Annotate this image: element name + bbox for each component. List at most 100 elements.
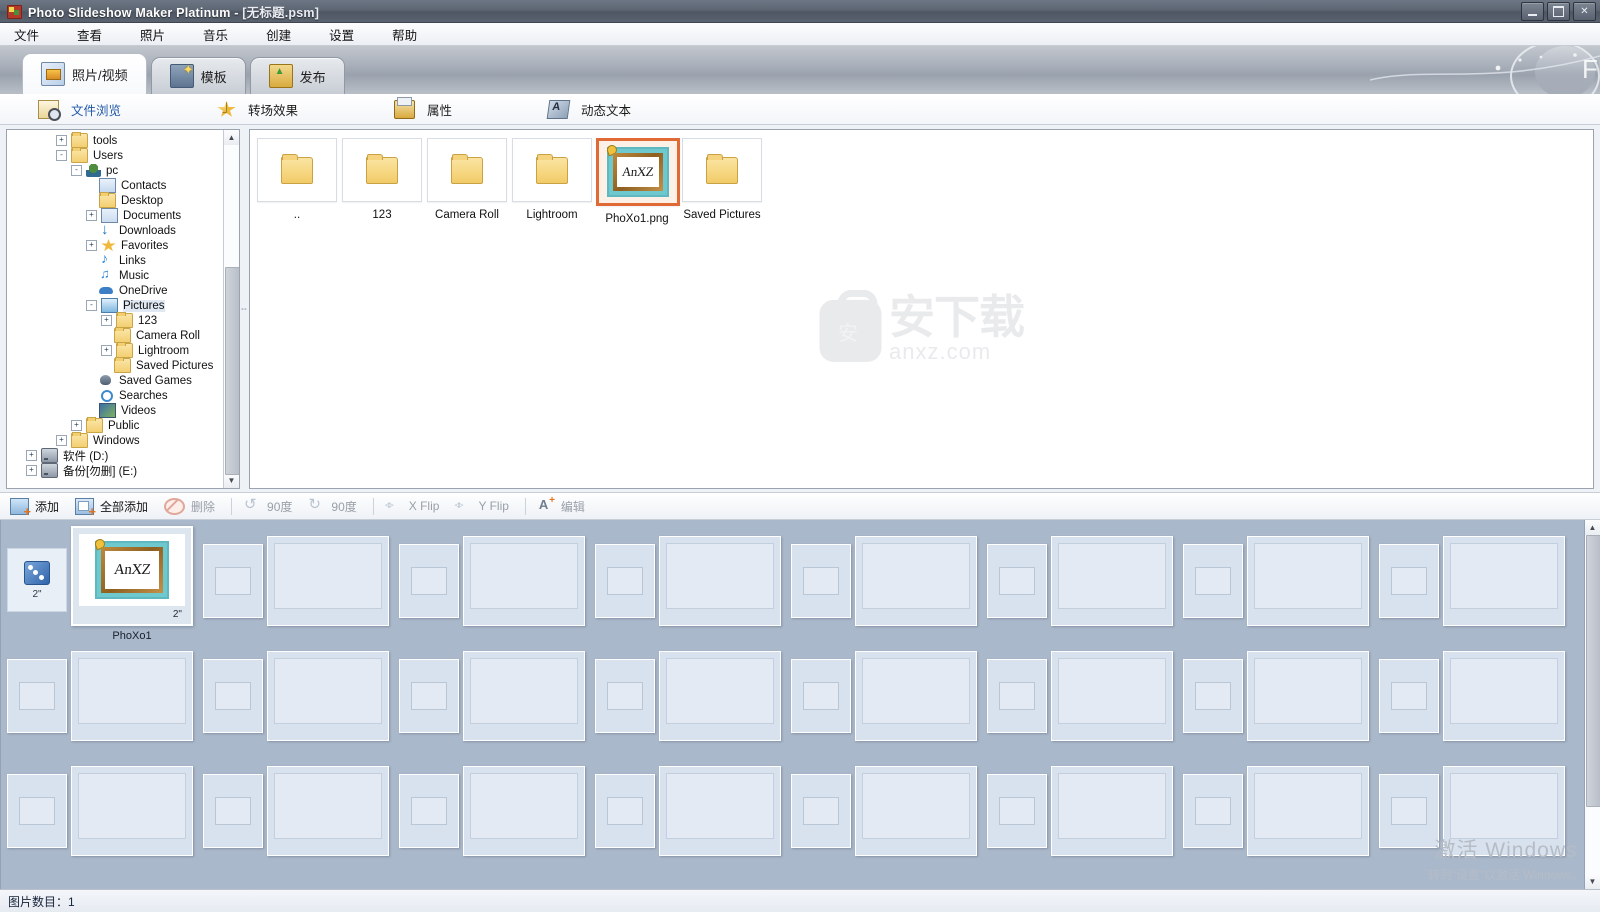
tree-node-onedrive[interactable]: OneDrive (7, 283, 223, 298)
transition-cell-empty[interactable] (399, 774, 459, 848)
storyboard-panel[interactable]: 2" AnXZ 2" PhoXo1 ▲ ▼ 激活 Windows 转到“设置”以激活 … (0, 520, 1600, 889)
scroll-thumb[interactable] (225, 267, 239, 475)
expand-icon[interactable]: + (86, 240, 97, 251)
tree-node-lightroom[interactable]: + Lightroom (7, 342, 223, 358)
transition-cell-empty[interactable] (203, 544, 263, 618)
tab-template[interactable]: 模板 (150, 57, 246, 94)
slide-cell-empty[interactable] (463, 651, 585, 741)
transition-cell-empty[interactable] (595, 544, 655, 618)
menu-item-help[interactable]: 帮助 (392, 23, 439, 46)
storyboard-scrollbar[interactable]: ▲ ▼ (1584, 520, 1600, 889)
folder-tree-scrollbar[interactable]: ▲ ▼ (223, 130, 239, 488)
transition-cell-filled[interactable]: 2" (7, 548, 67, 612)
collapse-icon[interactable]: - (56, 150, 67, 161)
transition-cell-empty[interactable] (791, 544, 851, 618)
slide-cell-empty[interactable] (1443, 651, 1565, 741)
flip-x-button[interactable]: X Flip (385, 498, 440, 514)
transition-cell-empty[interactable] (791, 774, 851, 848)
transition-cell-empty[interactable] (399, 659, 459, 733)
slide-cell-empty[interactable] (71, 651, 193, 741)
slide-cell-empty[interactable] (267, 536, 389, 626)
transition-cell-empty[interactable] (1379, 659, 1439, 733)
expand-icon[interactable]: + (101, 345, 112, 356)
subtab-transition[interactable]: 转场效果 (203, 100, 298, 119)
file-item[interactable]: Lightroom (511, 138, 593, 225)
slide-cell-empty[interactable] (267, 651, 389, 741)
scroll-track[interactable] (224, 145, 239, 475)
file-item[interactable]: 123 (341, 138, 423, 225)
tree-node-videos[interactable]: Videos (7, 403, 223, 418)
subtab-properties[interactable]: 属性 (380, 97, 452, 119)
transition-cell-empty[interactable] (203, 659, 263, 733)
transition-cell-empty[interactable] (399, 544, 459, 618)
transition-cell-empty[interactable] (1183, 659, 1243, 733)
slide-cell-empty[interactable] (1247, 536, 1369, 626)
expand-icon[interactable]: + (56, 135, 67, 146)
menu-item-view[interactable]: 查看 (77, 23, 124, 46)
slide-cell-empty[interactable] (1443, 766, 1565, 856)
subtab-file-browse[interactable]: 文件浏览 (0, 100, 121, 121)
transition-cell-empty[interactable] (987, 544, 1047, 618)
transition-cell-empty[interactable] (595, 659, 655, 733)
tree-node-123[interactable]: +123 (7, 312, 223, 328)
scroll-up-icon[interactable]: ▲ (224, 130, 239, 145)
transition-cell-empty[interactable] (7, 774, 67, 848)
file-grid[interactable]: .. 123 Camera Roll Lightroom AnXZ PhoXo1.png S… (250, 130, 1593, 233)
expand-icon[interactable]: + (26, 450, 37, 461)
expand-icon[interactable]: + (71, 420, 82, 431)
slide-cell-empty[interactable] (1051, 651, 1173, 741)
transition-cell-empty[interactable] (203, 774, 263, 848)
tree-node-favorites[interactable]: + Favorites (7, 238, 223, 253)
transition-cell-empty[interactable] (1183, 544, 1243, 618)
expand-icon[interactable]: + (56, 435, 67, 446)
file-item[interactable]: Saved Pictures (681, 138, 763, 225)
tab-publish[interactable]: 发布 (249, 57, 345, 94)
tree-node-camera-roll[interactable]: Camera Roll (7, 327, 223, 343)
collapse-icon[interactable]: - (86, 300, 97, 311)
tree-node-links[interactable]: Links (7, 250, 223, 268)
storyboard-scroll-track[interactable] (1585, 535, 1600, 874)
tree-node-downloads[interactable]: Downloads (7, 221, 223, 238)
transition-cell-empty[interactable] (1379, 774, 1439, 848)
transition-cell-empty[interactable] (987, 774, 1047, 848)
slide-cell-selected[interactable]: AnXZ 2" PhoXo1 (71, 526, 193, 642)
expand-icon[interactable]: + (101, 315, 112, 326)
maximize-button[interactable] (1547, 2, 1570, 21)
transition-cell-empty[interactable] (791, 659, 851, 733)
folder-tree[interactable]: + tools - Users - pc Contacts Desktop + Documents… (7, 130, 223, 488)
tree-node-tools[interactable]: + tools (7, 132, 223, 148)
storyboard-scroll-down-icon[interactable]: ▼ (1585, 874, 1600, 889)
slide-cell-empty[interactable] (659, 651, 781, 741)
menu-item-settings[interactable]: 设置 (329, 23, 376, 46)
tree-node-saved-pictures[interactable]: Saved Pictures (7, 357, 223, 373)
tree-node-public[interactable]: + Public (7, 417, 223, 433)
slide-cell-empty[interactable] (463, 766, 585, 856)
transition-cell-empty[interactable] (1379, 544, 1439, 618)
transition-cell-empty[interactable] (1183, 774, 1243, 848)
slide-cell-empty[interactable] (463, 536, 585, 626)
slide-cell-empty[interactable] (1051, 536, 1173, 626)
tree-node-contacts[interactable]: Contacts (7, 178, 223, 193)
slide-cell-empty[interactable] (855, 651, 977, 741)
slide-cell-empty[interactable] (855, 536, 977, 626)
transition-cell-empty[interactable] (987, 659, 1047, 733)
slide-cell-empty[interactable] (1247, 651, 1369, 741)
tree-node-pc[interactable]: - pc (7, 163, 223, 178)
file-item[interactable]: Camera Roll (426, 138, 508, 225)
menu-item-create[interactable]: 创建 (266, 23, 313, 46)
tree-node-users[interactable]: - Users (7, 147, 223, 163)
close-button[interactable]: ✕ (1573, 2, 1596, 21)
tree-node--e-[interactable]: + 备份[勿删] (E:) (7, 463, 223, 478)
edit-button[interactable]: 编辑 (538, 495, 585, 515)
transition-cell-empty[interactable] (7, 659, 67, 733)
slide-cell-empty[interactable] (267, 766, 389, 856)
expand-icon[interactable]: + (26, 465, 37, 476)
slide-cell-empty[interactable] (855, 766, 977, 856)
add-all-button[interactable]: 全部添加 (75, 497, 148, 519)
tree-node-documents[interactable]: + Documents (7, 208, 223, 223)
menu-item-music[interactable]: 音乐 (203, 23, 250, 46)
pane-splitter[interactable]: ↕ (240, 129, 250, 489)
slide-cell-empty[interactable] (659, 766, 781, 856)
storyboard-cells[interactable]: 2" AnXZ 2" PhoXo1 (1, 520, 1584, 889)
flip-y-button[interactable]: Y Flip (454, 498, 508, 514)
